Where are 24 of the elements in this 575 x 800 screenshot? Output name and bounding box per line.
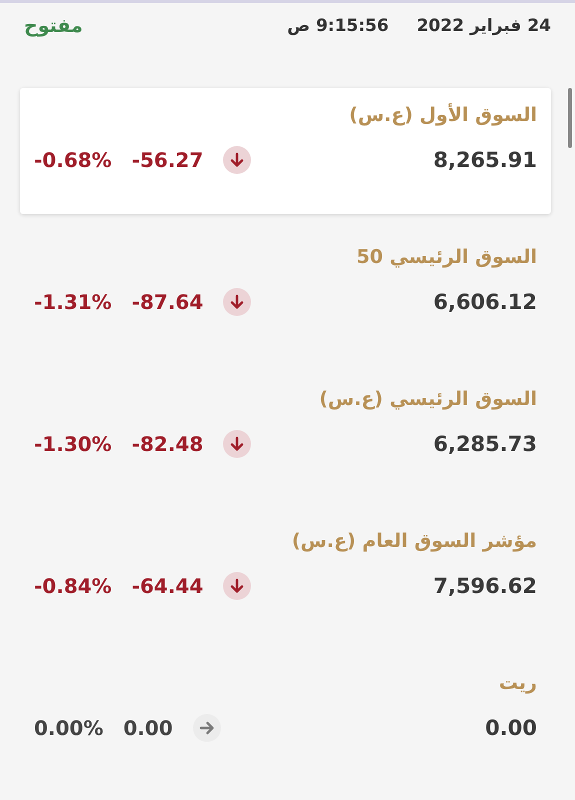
point-change: -82.48 bbox=[132, 432, 204, 456]
percent-change: -0.68% bbox=[34, 148, 112, 172]
index-name: السوق الأول (ع.س) bbox=[349, 104, 537, 126]
index-value: 8,265.91 bbox=[433, 148, 537, 172]
index-value: 7,596.62 bbox=[433, 574, 537, 598]
index-name: مؤشر السوق العام (ع.س) bbox=[292, 530, 537, 552]
point-change: -56.27 bbox=[132, 148, 204, 172]
point-change: -87.64 bbox=[132, 290, 204, 314]
market-status: مفتوح bbox=[24, 15, 83, 37]
point-change: -64.44 bbox=[132, 574, 204, 598]
scrollbar bbox=[568, 88, 572, 148]
percent-change: -0.84% bbox=[34, 574, 112, 598]
date-text: 24 فبراير 2022 bbox=[416, 16, 551, 36]
percent-change: -1.31% bbox=[34, 290, 112, 314]
index-name: ريت bbox=[498, 672, 537, 694]
index-value: 6,606.12 bbox=[433, 290, 537, 314]
point-change: 0.00 bbox=[123, 716, 173, 740]
time-text: 9:15:56 ص bbox=[287, 16, 389, 36]
percent-change: 0.00% bbox=[34, 716, 104, 740]
percent-change: -1.30% bbox=[34, 432, 112, 456]
index-value: 6,285.73 bbox=[433, 432, 537, 456]
index-name: السوق الرئيسي (ع.س) bbox=[319, 388, 537, 410]
index-value: 0.00 bbox=[485, 716, 537, 740]
index-name: السوق الرئيسي 50 bbox=[356, 246, 537, 268]
